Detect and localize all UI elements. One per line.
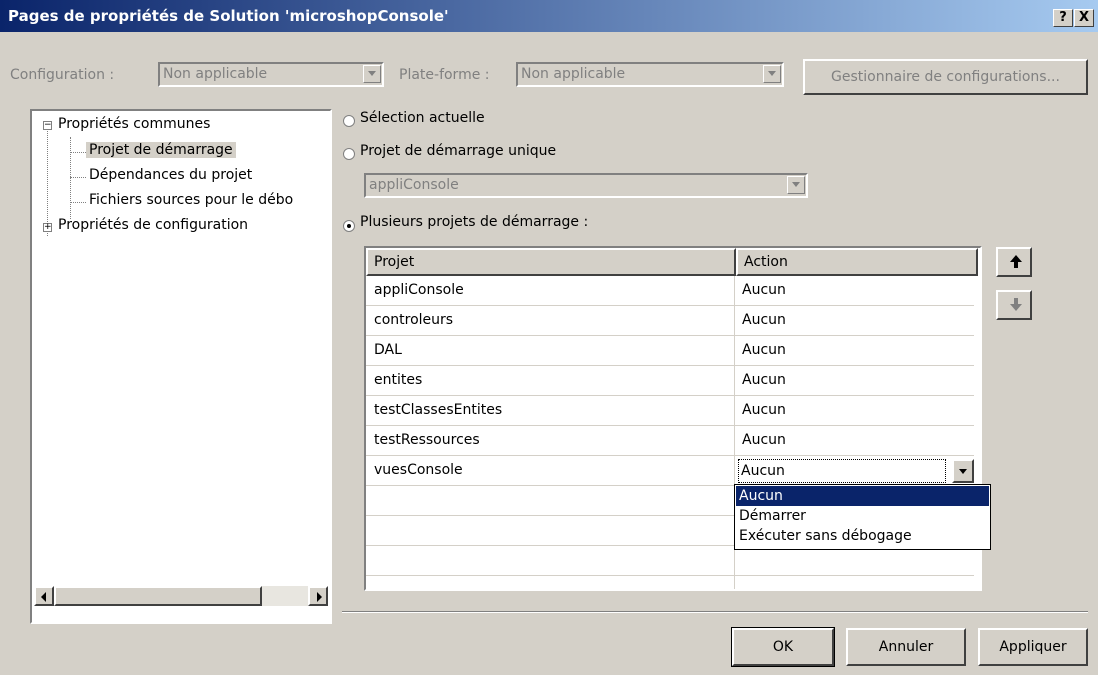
configuration-value: Non applicable — [163, 66, 268, 82]
single-project-label[interactable]: Projet de démarrage unique — [360, 143, 556, 159]
action-cell[interactable]: Aucun — [738, 396, 974, 426]
project-cell: controleurs — [374, 312, 454, 328]
tree-item-common-properties[interactable]: Propriétés communes — [58, 116, 210, 132]
scroll-left-button[interactable] — [34, 586, 54, 606]
tree-line — [70, 202, 86, 203]
horizontal-scrollbar[interactable] — [34, 586, 328, 606]
tree-item-project-dependencies[interactable]: Dépendances du projet — [89, 167, 252, 183]
title-bar[interactable]: Pages de propriétés de Solution 'microsh… — [0, 0, 1098, 32]
table-row[interactable]: vuesConsole Aucun — [366, 456, 974, 486]
project-cell: entites — [374, 372, 423, 388]
configuration-label: Configuration : — [10, 67, 115, 83]
close-button[interactable]: X — [1074, 9, 1094, 27]
action-cell[interactable]: Aucun — [738, 366, 974, 396]
dropdown-option[interactable]: Exécuter sans débogage — [736, 526, 989, 546]
action-combo[interactable]: Aucun — [738, 459, 974, 483]
action-cell[interactable]: Aucun — [738, 306, 974, 336]
project-cell: DAL — [374, 342, 402, 358]
platform-label: Plate-forme : — [399, 67, 490, 83]
current-selection-label[interactable]: Sélection actuelle — [360, 110, 485, 126]
scroll-right-button[interactable] — [308, 586, 328, 606]
chevron-down-icon — [763, 65, 781, 83]
separator — [342, 611, 1088, 613]
move-up-button[interactable] — [996, 247, 1032, 277]
table-row-empty — [366, 546, 974, 576]
dropdown-option[interactable]: Aucun — [736, 486, 989, 506]
scroll-thumb[interactable] — [54, 586, 262, 606]
action-cell[interactable]: Aucun — [738, 336, 974, 366]
configuration-manager-button[interactable]: Gestionnaire de configurations... — [803, 59, 1088, 95]
radio-multiple-projects[interactable] — [343, 220, 355, 232]
combo-dropdown-button[interactable] — [952, 459, 974, 483]
platform-value: Non applicable — [521, 66, 626, 82]
dropdown-option[interactable]: Démarrer — [736, 506, 989, 526]
platform-select[interactable]: Non applicable — [516, 62, 784, 87]
tree-item-configuration-properties[interactable]: Propriétés de configuration — [58, 217, 248, 233]
arrow-left-icon — [41, 592, 46, 602]
tree-item-startup-project[interactable]: Projet de démarrage — [86, 142, 236, 158]
arrow-right-icon — [317, 592, 322, 602]
ok-button[interactable]: OK — [731, 627, 835, 667]
chevron-down-icon — [959, 469, 967, 474]
tree-line — [70, 177, 86, 178]
table-row[interactable]: testRessources Aucun — [366, 426, 974, 456]
project-cell: testClassesEntites — [374, 402, 503, 418]
property-tree[interactable]: − Propriétés communes Projet de démarrag… — [30, 109, 332, 624]
column-header-project[interactable]: Projet — [366, 248, 736, 276]
arrow-up-icon — [1010, 255, 1022, 262]
single-project-select[interactable]: appliConsole — [364, 173, 808, 198]
arrow-down-icon — [1010, 304, 1022, 311]
radio-current-selection[interactable] — [343, 115, 355, 127]
project-cell: appliConsole — [374, 282, 464, 298]
table-row[interactable]: entites Aucun — [366, 366, 974, 396]
action-combo-value[interactable]: Aucun — [738, 459, 946, 483]
table-row[interactable]: DAL Aucun — [366, 336, 974, 366]
chevron-down-icon — [787, 176, 805, 194]
tree-line — [70, 137, 72, 219]
action-dropdown-list[interactable]: Aucun Démarrer Exécuter sans débogage — [734, 484, 991, 550]
expand-icon[interactable]: + — [43, 223, 52, 232]
window-title: Pages de propriétés de Solution 'microsh… — [8, 7, 449, 25]
arrow-up-stem — [1014, 262, 1018, 268]
action-cell[interactable]: Aucun — [738, 276, 974, 306]
move-down-button[interactable] — [996, 290, 1032, 320]
project-cell: testRessources — [374, 432, 480, 448]
configuration-select[interactable]: Non applicable — [158, 62, 384, 87]
tree-line — [70, 152, 86, 153]
project-cell: vuesConsole — [374, 462, 463, 478]
table-row[interactable]: testClassesEntites Aucun — [366, 396, 974, 426]
chevron-down-icon — [363, 65, 381, 83]
single-project-value: appliConsole — [369, 177, 459, 193]
grid-header: Projet Action — [366, 248, 978, 276]
action-cell[interactable]: Aucun — [738, 426, 974, 456]
tree-item-debug-sources[interactable]: Fichiers sources pour le débo — [89, 192, 293, 208]
collapse-icon[interactable]: − — [43, 121, 52, 130]
apply-button[interactable]: Appliquer — [978, 628, 1088, 666]
help-button[interactable]: ? — [1053, 9, 1073, 27]
table-row[interactable]: appliConsole Aucun — [366, 276, 974, 306]
radio-single-project[interactable] — [343, 148, 355, 160]
multiple-projects-label[interactable]: Plusieurs projets de démarrage : — [360, 214, 588, 230]
table-row[interactable]: controleurs Aucun — [366, 306, 974, 336]
column-header-action[interactable]: Action — [736, 248, 978, 276]
tree-line — [47, 126, 49, 236]
cancel-button[interactable]: Annuler — [846, 628, 966, 666]
